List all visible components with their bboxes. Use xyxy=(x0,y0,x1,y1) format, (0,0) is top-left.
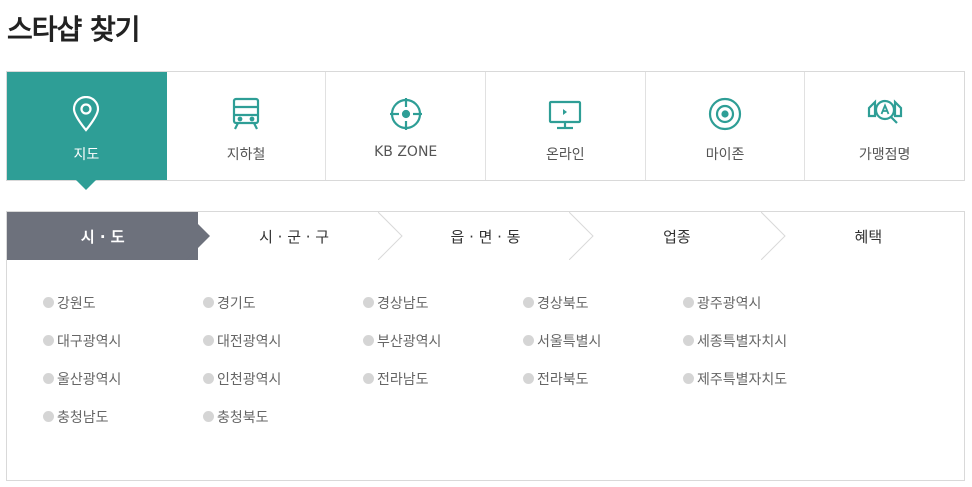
step-benefit[interactable]: 혜택 xyxy=(773,212,964,260)
region-label: 인천광역시 xyxy=(217,371,282,388)
region-item[interactable]: 서울특별시 xyxy=(523,331,683,350)
region-label: 강원도 xyxy=(57,295,96,312)
region-panel: 강원도 경기도 경상남도 경상북도 광주광역시 대구광역시 대전광역시 부산광역… xyxy=(6,260,965,481)
region-label: 서울특별시 xyxy=(537,333,602,350)
step-bar: 시 · 도 시 · 군 · 구 읍 · 면 · 동 업종 혜택 xyxy=(6,211,965,261)
crosshair-target-icon xyxy=(388,96,424,132)
tab-map[interactable]: 지도 xyxy=(7,72,167,190)
step-arrow-icon xyxy=(377,212,403,260)
region-item[interactable]: 경상남도 xyxy=(363,293,523,312)
tab-online[interactable]: 온라인 xyxy=(486,72,646,180)
tab-label: 마이존 xyxy=(705,147,745,163)
store-search-icon xyxy=(867,96,903,132)
subway-train-icon xyxy=(228,96,264,132)
region-item[interactable]: 충청북도 xyxy=(203,407,363,426)
radio-dot-icon xyxy=(683,335,694,346)
page-title: 스타샵 찾기 xyxy=(7,13,141,46)
region-label: 대구광역시 xyxy=(57,333,122,350)
radio-dot-icon xyxy=(523,373,534,384)
step-label: 시 · 군 · 구 xyxy=(259,227,330,246)
tab-myzone[interactable]: 마이존 xyxy=(645,72,806,180)
radio-dot-icon xyxy=(683,297,694,308)
region-label: 경상북도 xyxy=(537,295,589,312)
radio-dot-icon xyxy=(43,297,54,308)
region-label: 광주광역시 xyxy=(697,295,762,312)
location-target-icon xyxy=(707,96,743,132)
step-label: 시 · 도 xyxy=(80,227,125,246)
region-item[interactable]: 세종특별자치시 xyxy=(683,331,843,350)
region-item[interactable]: 광주광역시 xyxy=(683,293,843,312)
radio-dot-icon xyxy=(683,373,694,384)
region-list: 강원도 경기도 경상남도 경상북도 광주광역시 대구광역시 대전광역시 부산광역… xyxy=(43,293,843,426)
tab-label: 가맹점명 xyxy=(858,147,911,163)
step-label: 업종 xyxy=(663,227,691,246)
step-sigungu[interactable]: 시 · 군 · 구 xyxy=(198,212,403,260)
step-sido[interactable]: 시 · 도 xyxy=(7,212,211,260)
map-pin-icon xyxy=(68,96,104,132)
region-item[interactable]: 울산광역시 xyxy=(43,369,203,388)
step-arrow-icon xyxy=(186,212,211,260)
step-label: 읍 · 면 · 동 xyxy=(450,227,521,246)
step-arrow-icon xyxy=(760,212,786,260)
radio-dot-icon xyxy=(203,411,214,422)
region-item[interactable]: 충청남도 xyxy=(43,407,203,426)
step-arrow-icon xyxy=(569,212,594,260)
radio-dot-icon xyxy=(203,373,214,384)
tab-kb-zone[interactable]: KB ZONE xyxy=(326,72,487,180)
region-item[interactable]: 전라북도 xyxy=(523,369,683,388)
radio-dot-icon xyxy=(363,373,374,384)
region-item[interactable]: 강원도 xyxy=(43,293,203,312)
region-label: 부산광역시 xyxy=(377,333,442,350)
region-item[interactable]: 경상북도 xyxy=(523,293,683,312)
radio-dot-icon xyxy=(523,297,534,308)
region-item[interactable]: 대구광역시 xyxy=(43,331,203,350)
radio-dot-icon xyxy=(523,335,534,346)
step-eupmyeondong[interactable]: 읍 · 면 · 동 xyxy=(390,212,594,260)
tab-label: 온라인 xyxy=(546,147,585,163)
region-label: 제주특별자치도 xyxy=(697,371,788,388)
step-business-type[interactable]: 업종 xyxy=(581,212,786,260)
tab-label: 지하철 xyxy=(226,147,266,163)
region-item[interactable]: 경기도 xyxy=(203,293,363,312)
region-label: 충청남도 xyxy=(57,409,109,426)
region-item[interactable]: 인천광역시 xyxy=(203,369,363,388)
monitor-icon xyxy=(547,96,583,132)
region-label: 전라남도 xyxy=(377,371,429,388)
radio-dot-icon xyxy=(43,335,54,346)
radio-dot-icon xyxy=(363,335,374,346)
region-label: 경상남도 xyxy=(377,295,429,312)
region-label: 전라북도 xyxy=(537,371,589,388)
region-item[interactable]: 제주특별자치도 xyxy=(683,369,843,388)
region-label: 대전광역시 xyxy=(217,333,282,350)
radio-dot-icon xyxy=(363,297,374,308)
region-label: 세종특별자치시 xyxy=(697,333,788,350)
tab-merchant-name[interactable]: 가맹점명 xyxy=(805,72,965,180)
region-item[interactable]: 대전광역시 xyxy=(203,331,363,350)
tab-label: 지도 xyxy=(73,147,100,163)
category-tabs: 지도 지하철 KB ZONE 온라인 마이존 가맹점명 xyxy=(6,71,965,190)
tab-label: KB ZONE xyxy=(374,144,438,160)
region-item[interactable]: 부산광역시 xyxy=(363,331,523,350)
step-label: 혜택 xyxy=(854,227,883,246)
region-item[interactable]: 전라남도 xyxy=(363,369,523,388)
region-label: 충청북도 xyxy=(217,409,269,426)
region-label: 경기도 xyxy=(217,295,256,312)
tab-subway[interactable]: 지하철 xyxy=(166,72,327,180)
region-label: 울산광역시 xyxy=(57,371,122,388)
radio-dot-icon xyxy=(43,373,54,384)
radio-dot-icon xyxy=(43,411,54,422)
radio-dot-icon xyxy=(203,335,214,346)
radio-dot-icon xyxy=(203,297,214,308)
